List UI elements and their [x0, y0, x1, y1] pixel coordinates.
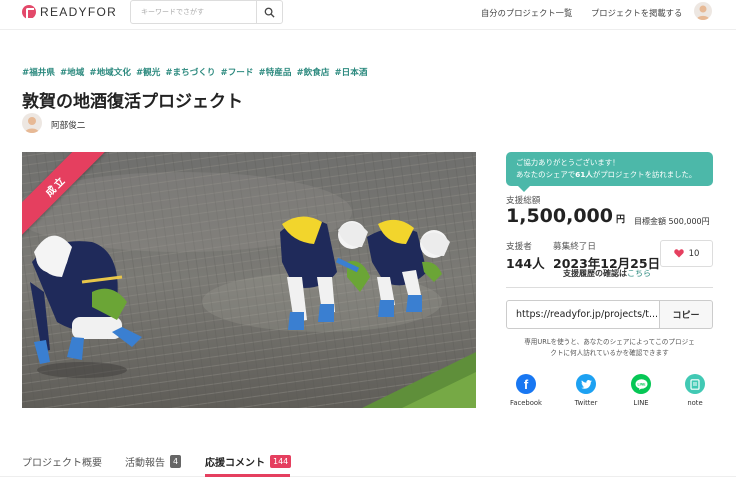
- user-avatar-icon: [696, 5, 710, 20]
- author-name[interactable]: 阿部俊二: [51, 119, 85, 131]
- share-line-button[interactable]: LINE LINE: [621, 374, 661, 407]
- nav-my-projects-link[interactable]: 自分のプロジェクト一覧: [481, 7, 572, 19]
- status-ribbon: 成立: [22, 152, 122, 252]
- share-note-button[interactable]: note: [675, 374, 715, 407]
- total-amount: 1,500,000 円: [506, 205, 625, 227]
- note-icon: [685, 374, 705, 394]
- copy-url-button[interactable]: コピー: [660, 300, 713, 329]
- active-tab-indicator: [205, 474, 290, 477]
- tag-link[interactable]: #フード: [221, 66, 254, 78]
- history-link[interactable]: こちら: [627, 269, 651, 278]
- tab-overview[interactable]: プロジェクト概要: [22, 454, 102, 469]
- twitter-icon: [576, 374, 596, 394]
- logo-mark-icon: [22, 5, 36, 20]
- tag-link[interactable]: #観光: [136, 66, 160, 78]
- user-avatar[interactable]: [694, 2, 712, 20]
- project-main-image: 成立: [22, 152, 476, 408]
- search-input[interactable]: [131, 1, 257, 23]
- tag-link[interactable]: #地域: [60, 66, 84, 78]
- heart-icon: [673, 249, 684, 258]
- bubble-line1: ご協力ありがとうございます！: [516, 158, 620, 167]
- tag-link[interactable]: #特産品: [259, 66, 292, 78]
- tag-link[interactable]: #福井県: [22, 66, 55, 78]
- search-icon: [264, 7, 275, 18]
- search-box: [130, 0, 283, 24]
- search-button[interactable]: [256, 1, 282, 23]
- share-twitter-button[interactable]: Twitter: [566, 374, 606, 407]
- logo-text: READYFOR: [40, 5, 118, 19]
- status-ribbon-label: 成立: [22, 152, 110, 240]
- divider: [506, 287, 713, 288]
- tag-link[interactable]: #日本酒: [334, 66, 367, 78]
- supporters-value: 144人: [506, 256, 545, 271]
- share-thanks-bubble: ご協力ありがとうございます！ あなたのシェアで61人がプロジェクトを訪れました。: [506, 152, 713, 192]
- tab-support-comments[interactable]: 応援コメント 144: [205, 454, 292, 469]
- supporters-label: 支援者: [506, 242, 532, 252]
- favorite-count: 10: [688, 248, 700, 259]
- tag-link[interactable]: #飲食店: [296, 66, 329, 78]
- favorite-button[interactable]: 10: [660, 240, 713, 267]
- bubble-line2: あなたのシェアで61人がプロジェクトを訪れました。: [516, 170, 697, 179]
- share-url-field[interactable]: https://readyfor.jp/projects/t...: [506, 300, 660, 329]
- tab-count-badge: 144: [270, 455, 292, 468]
- tag-link[interactable]: #まちづくり: [165, 66, 215, 78]
- share-facebook-button[interactable]: f Facebook: [506, 374, 546, 407]
- nav-post-project-link[interactable]: プロジェクトを掲載する: [591, 7, 682, 19]
- goal-amount: 目標金額 500,000円: [634, 217, 710, 226]
- facebook-icon: f: [516, 374, 536, 394]
- project-tags: #福井県 #地域 #地域文化 #観光 #まちづくり #フード #特産品 #飲食店…: [22, 66, 367, 78]
- svg-text:LINE: LINE: [637, 382, 646, 386]
- line-icon: LINE: [631, 374, 651, 394]
- tabs-divider: [0, 476, 736, 477]
- project-title: 敦賀の地酒復活プロジェクト: [22, 92, 243, 112]
- readyfor-logo[interactable]: READYFOR: [22, 5, 118, 20]
- author-avatar[interactable]: [22, 113, 42, 133]
- history-line: 支援履歴の確認はこちら: [563, 269, 651, 278]
- visitor-count: 61人: [575, 170, 593, 179]
- share-url-note: 専用URLを使うと、あなたのシェアによってこのプロジェ クトに何人訪れているかを…: [524, 338, 695, 357]
- tab-activity-reports[interactable]: 活動報告 4: [125, 454, 182, 469]
- tag-link[interactable]: #地域文化: [89, 66, 131, 78]
- author-avatar-icon: [25, 117, 39, 133]
- site-header: READYFOR 自分のプロジェクト一覧 プロジェクトを掲載する: [0, 0, 736, 30]
- deadline-label: 募集終了日: [553, 242, 596, 252]
- tab-count-badge: 4: [170, 455, 182, 468]
